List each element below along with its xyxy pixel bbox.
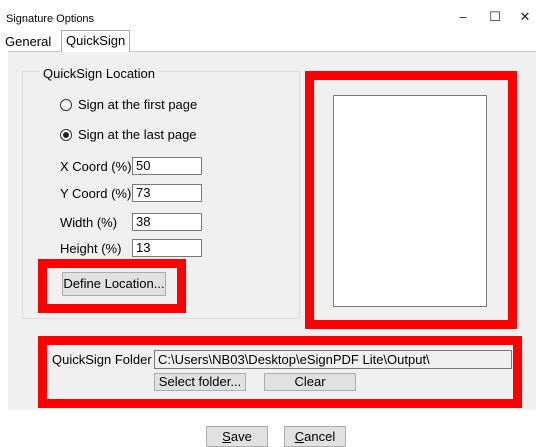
- radio-last-icon[interactable]: [60, 128, 72, 141]
- radio-sign-first-page[interactable]: Sign at the first page: [60, 97, 197, 112]
- signature-options-window: Signature Options – ☐ ✕ General QuickSig…: [0, 0, 536, 447]
- cancel-label-rest: ancel: [304, 429, 336, 444]
- height-field[interactable]: 13: [132, 239, 202, 257]
- radio-first-icon[interactable]: [60, 98, 72, 111]
- save-button[interactable]: Save: [206, 426, 268, 447]
- height-label: Height (%): [60, 241, 122, 256]
- y-coord-field[interactable]: 73: [132, 184, 202, 202]
- define-location-button[interactable]: Define Location...: [62, 272, 166, 296]
- window-title: Signature Options: [6, 13, 95, 25]
- close-icon[interactable]: ✕: [510, 6, 536, 28]
- x-coord-label: X Coord (%): [60, 159, 132, 174]
- width-field[interactable]: 38: [132, 213, 202, 231]
- y-coord-label: Y Coord (%): [60, 186, 132, 201]
- tab-general[interactable]: General: [2, 32, 54, 52]
- quicksign-folder-path: C:\Users\NB03\Desktop\eSignPDF Lite\Outp…: [154, 350, 512, 369]
- cancel-button[interactable]: Cancel: [284, 426, 346, 447]
- signature-preview-page: [333, 95, 487, 307]
- radio-first-label: Sign at the first page: [78, 97, 198, 112]
- width-label: Width (%): [60, 215, 118, 230]
- cancel-mnemonic: C: [294, 429, 305, 444]
- tab-quicksign[interactable]: QuickSign: [61, 30, 131, 52]
- x-coord-field[interactable]: 50: [132, 157, 202, 175]
- maximize-icon[interactable]: ☐: [480, 6, 510, 28]
- minimize-icon[interactable]: –: [448, 6, 478, 28]
- radio-sign-last-page[interactable]: Sign at the last page: [60, 127, 197, 142]
- select-folder-button[interactable]: Select folder...: [154, 373, 246, 391]
- save-label-rest: ave: [230, 429, 252, 444]
- quicksign-location-title: QuickSign Location: [40, 66, 159, 81]
- clear-button[interactable]: Clear: [264, 373, 356, 391]
- quicksign-folder-label: QuickSign Folder: [52, 352, 152, 367]
- save-mnemonic: S: [222, 429, 231, 444]
- radio-last-label: Sign at the last page: [78, 127, 197, 142]
- title-bar: Signature Options – ☐ ✕: [0, 0, 536, 30]
